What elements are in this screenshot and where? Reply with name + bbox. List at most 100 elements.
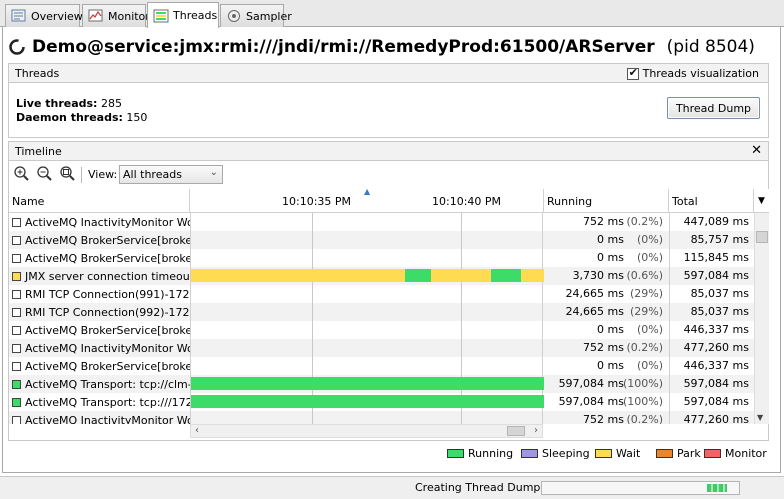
running-time: 0 ms	[597, 323, 624, 336]
column-running-label: Running	[547, 194, 593, 208]
total-time-cell: 446,337 ms	[669, 321, 754, 339]
column-header-name[interactable]: Name	[9, 189, 190, 213]
running-percent: (0%)	[636, 233, 663, 246]
process-id: (pid 8504)	[666, 37, 755, 57]
column-total-label: Total	[672, 194, 698, 208]
timeline-horizontal-scrollbar[interactable]: ‹ ›	[190, 424, 543, 438]
thread-name: ActiveMQ Transport: tcp:///172.19	[25, 395, 190, 409]
thread-dump-button[interactable]: Thread Dump	[667, 97, 760, 119]
timeline-gridline	[461, 339, 462, 357]
total-time-cell: 597,084 ms	[669, 393, 754, 411]
thread-state-swatch	[12, 235, 21, 245]
thread-name-cell: ActiveMQ BrokerService[broker_0]	[9, 357, 190, 375]
zoom-in-icon[interactable]	[13, 165, 31, 183]
threads-visualization-checkbox[interactable]	[626, 66, 639, 80]
thread-timeline-cell	[190, 213, 543, 231]
legend-item-sleeping: Sleeping	[521, 447, 590, 460]
scroll-down-icon[interactable]: ▼	[757, 413, 763, 422]
tab-monitor[interactable]: Monitor	[82, 4, 150, 27]
chevron-down-icon: ⌄	[209, 167, 218, 178]
timeline-gridline	[312, 231, 313, 249]
threads-section-title: Threads	[15, 66, 60, 80]
time-label-1: 10:10:35 PM	[282, 195, 352, 208]
table-row[interactable]: ActiveMQ InactivityMonitor Worker 752 ms(…	[9, 213, 754, 231]
timeline-gridline	[461, 285, 462, 303]
table-row[interactable]: RMI TCP Connection(992)-172.28. 24,665 ms…	[9, 303, 754, 321]
view-select[interactable]: All threads ⌄	[119, 165, 223, 184]
tab-sampler[interactable]: Sampler	[220, 4, 292, 27]
vertical-scrollbar[interactable]: ▼	[754, 213, 769, 424]
timeline-segment-running	[491, 269, 521, 282]
timeline-gridline	[461, 213, 462, 231]
column-header-total[interactable]: Total	[669, 189, 754, 213]
total-time-cell: 597,084 ms	[669, 375, 754, 393]
table-row[interactable]: ActiveMQ BrokerService[broker_0] 0 ms (0%)…	[9, 321, 754, 339]
running-percent: (0.6%)	[626, 269, 663, 282]
table-row[interactable]: JMX server connection timeout 276 3,730 m…	[9, 267, 754, 285]
running-time: 597,084 ms	[558, 395, 624, 408]
tab-threads[interactable]: Threads	[147, 2, 219, 28]
thread-name: ActiveMQ BrokerService[broker_0]	[25, 359, 190, 373]
thread-name-cell: ActiveMQ BrokerService[broker_0]	[9, 321, 190, 339]
table-row[interactable]: ActiveMQ BrokerService[broker_0] 0 ms (0%)…	[9, 357, 754, 375]
total-time-cell: 115,845 ms	[669, 249, 754, 267]
column-menu-icon[interactable]: ▼	[754, 189, 769, 213]
thread-name: ActiveMQ InactivityMonitor Worker	[25, 215, 190, 229]
sort-indicator-icon: ▲	[364, 187, 371, 196]
total-time-cell: 85,757 ms	[669, 231, 754, 249]
thread-name-cell: ActiveMQ InactivityMonitor Worker	[9, 339, 190, 357]
thread-name: ActiveMQ InactivityMonitor Worker	[25, 341, 190, 355]
legend-item-wait: Wait	[595, 447, 640, 460]
timeline-gridline	[312, 321, 313, 339]
threads-section-header: Threads Threads visualization	[8, 63, 769, 83]
table-row[interactable]: ActiveMQ BrokerService[broker_0] 0 ms (0%)…	[9, 231, 754, 249]
close-icon[interactable]: ✕	[751, 143, 762, 158]
table-row[interactable]: RMI TCP Connection(991)-172.28. 24,665 ms…	[9, 285, 754, 303]
running-percent: (100%)	[622, 395, 663, 408]
thread-name: ActiveMQ BrokerService[broker_0]	[25, 233, 190, 247]
zoom-fit-icon[interactable]	[59, 165, 77, 183]
running-cell: 0 ms (0%)	[544, 249, 668, 267]
total-time-cell: 447,089 ms	[669, 213, 754, 231]
zoom-out-icon[interactable]	[36, 165, 54, 183]
running-time: 752 ms	[583, 215, 624, 228]
threads-icon	[153, 9, 169, 23]
horizontal-scroll-thumb[interactable]	[507, 426, 525, 436]
thread-dump-button-label: Thread Dump	[675, 101, 752, 115]
timeline-gridline	[312, 249, 313, 267]
monitor-icon	[88, 9, 104, 23]
timeline-segment-running	[191, 377, 544, 390]
status-bar: Creating Thread Dump...	[0, 476, 784, 499]
running-cell: 752 ms (0.2%)	[544, 411, 668, 424]
column-header-running[interactable]: Running	[544, 189, 669, 213]
legend-item-monitor: Monitor	[704, 447, 767, 460]
thread-state-swatch	[12, 415, 21, 424]
thread-timeline-cell	[190, 267, 544, 285]
thread-name: ActiveMQ BrokerService[broker_0]	[25, 251, 190, 265]
thread-timeline-cell	[190, 231, 543, 249]
column-header-timeline[interactable]: 10:10:35 PM 10:10:40 PM ▲	[190, 187, 544, 213]
threads-visualization-toggle[interactable]: Threads visualization	[626, 66, 759, 80]
table-row[interactable]: ActiveMQ Transport: tcp:///172.19 597,084…	[9, 393, 754, 411]
table-row[interactable]: ActiveMQ InactivityMonitor Worker 752 ms(…	[9, 411, 754, 424]
tab-overview[interactable]: Overview	[5, 4, 83, 27]
vertical-scroll-thumb[interactable]	[756, 231, 768, 243]
table-row[interactable]: ActiveMQ BrokerService[broker_0] 0 ms (0%)…	[9, 249, 754, 267]
running-percent: (0.2%)	[626, 215, 663, 228]
threads-section-body: Live threads: 285 Daemon threads: 150	[8, 83, 769, 138]
timeline-segment-wait	[191, 269, 405, 282]
timeline-gridline	[461, 357, 462, 375]
timeline-segment-running	[191, 395, 544, 408]
legend-swatch	[704, 449, 721, 458]
view-select-value: All threads	[123, 168, 182, 181]
scroll-right-icon[interactable]: ›	[534, 425, 538, 436]
thread-name: ActiveMQ InactivityMonitor Worker	[25, 413, 190, 425]
thread-state-swatch	[12, 253, 21, 263]
thread-state-swatch	[12, 361, 21, 371]
table-row[interactable]: ActiveMQ InactivityMonitor Worker 752 ms(…	[9, 339, 754, 357]
scroll-left-icon[interactable]: ‹	[195, 425, 199, 436]
thread-timeline-cell	[190, 285, 543, 303]
running-cell: 24,665 ms (29%)	[544, 285, 668, 303]
table-row[interactable]: ActiveMQ Transport: tcp://clm-hou 597,084…	[9, 375, 754, 393]
thread-name-cell: RMI TCP Connection(991)-172.28.	[9, 285, 190, 303]
